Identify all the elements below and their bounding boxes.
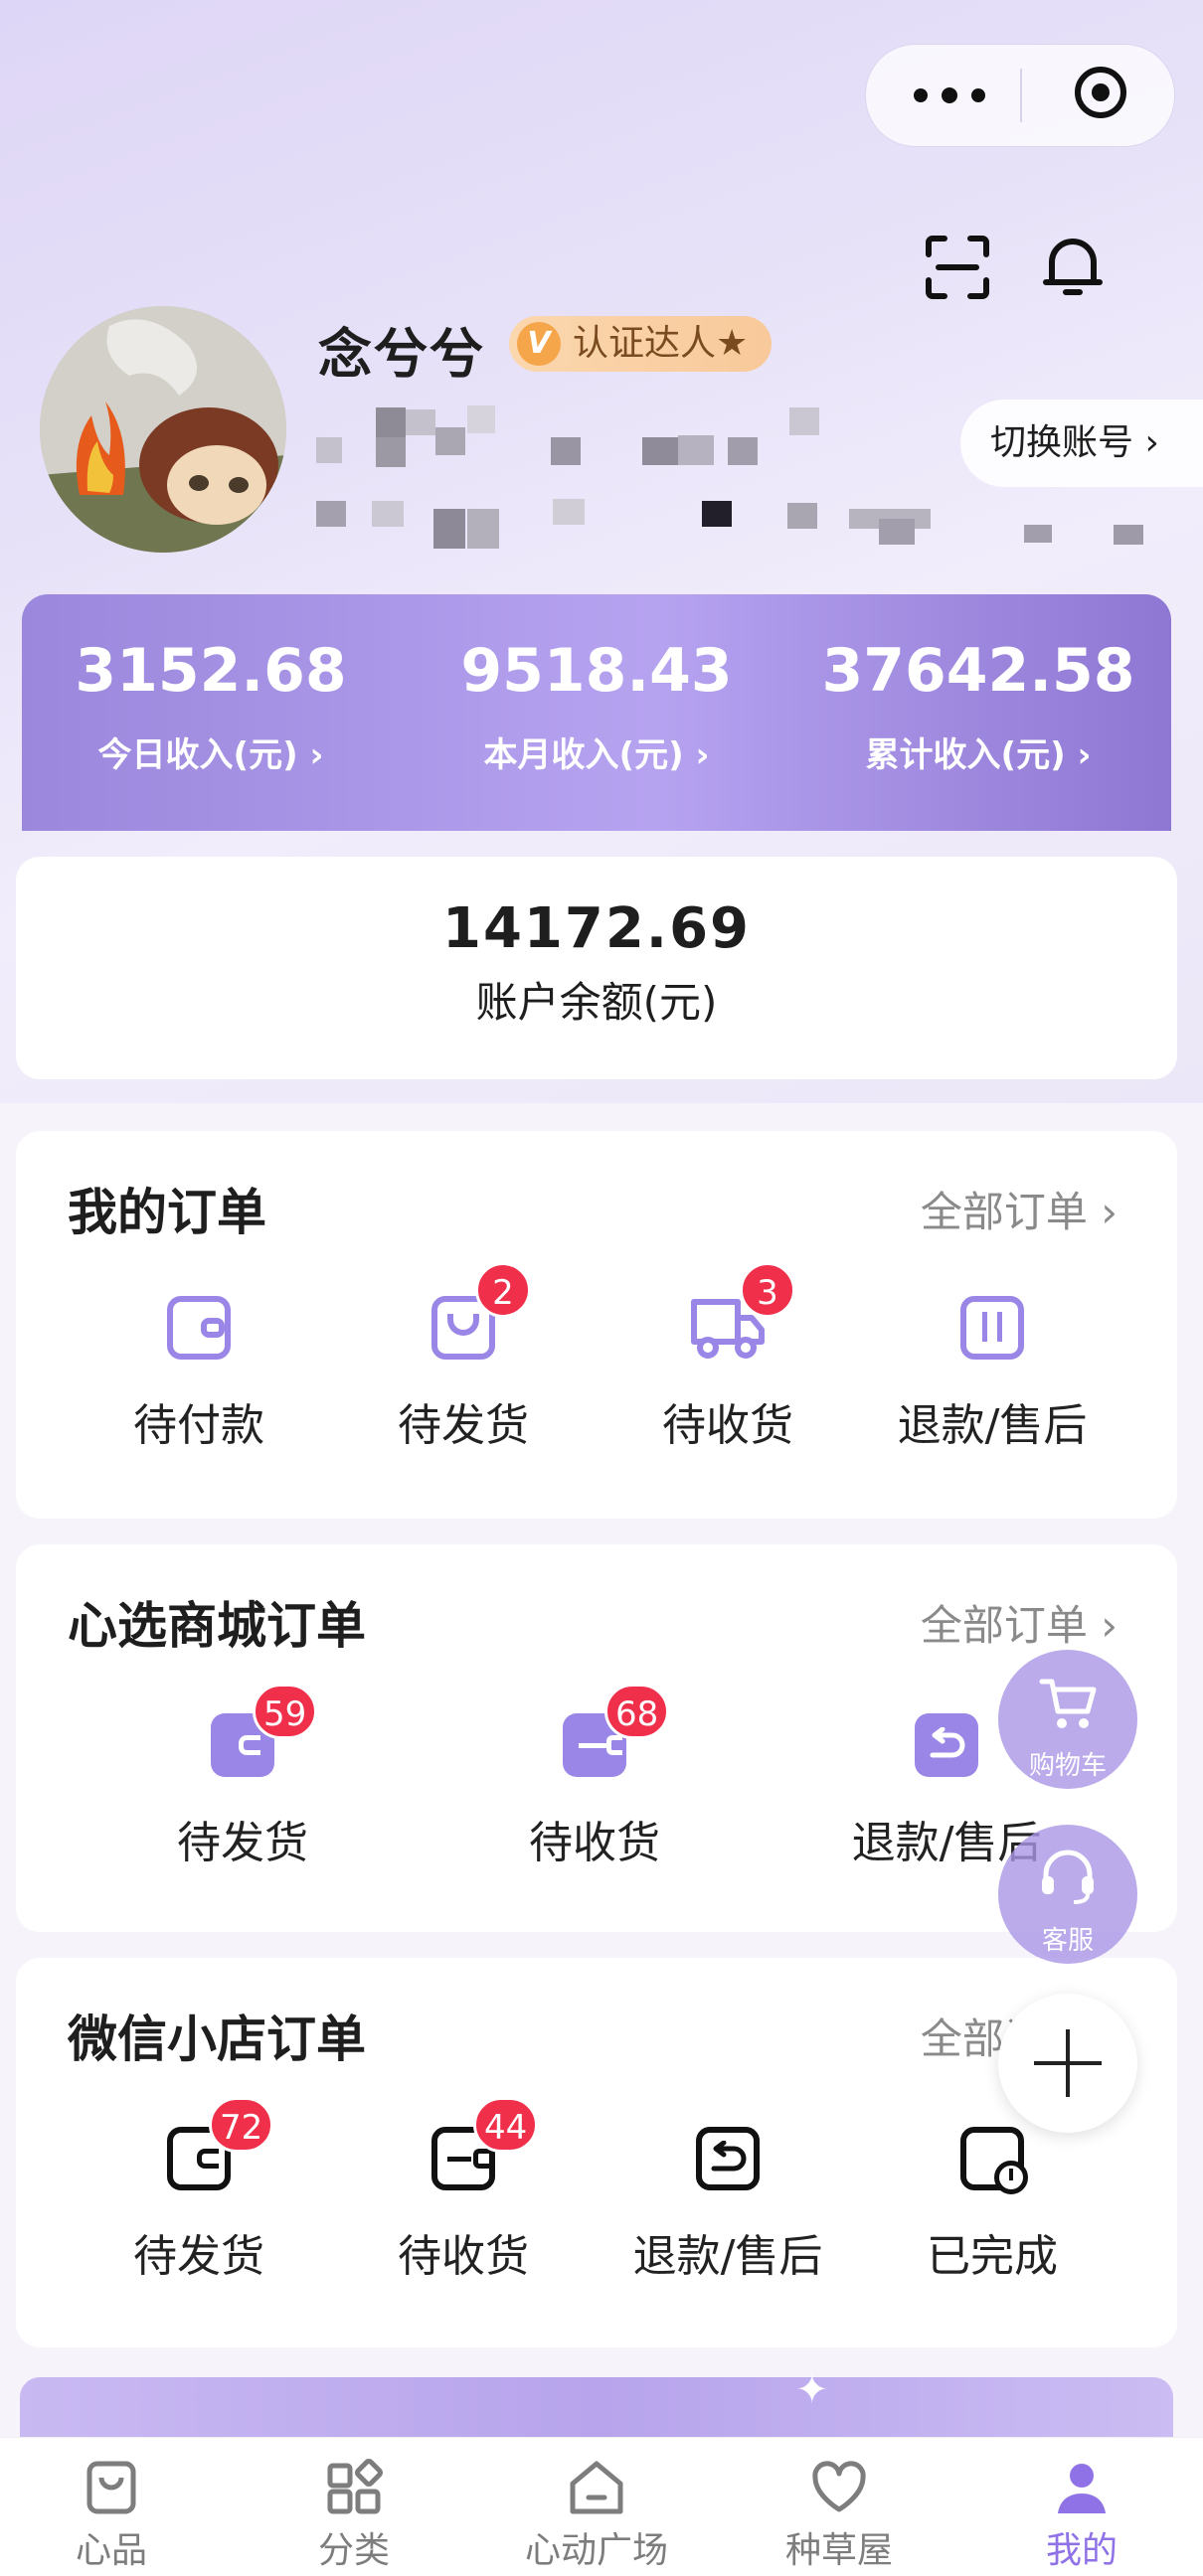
my-orders-all-link[interactable]: 全部订单 › (921, 1179, 1117, 1239)
cart-icon (1039, 1679, 1097, 1728)
income-total[interactable]: 37642.58 累计收入(元) › (789, 636, 1167, 776)
income-total-value: 37642.58 (821, 636, 1135, 706)
cart-float-label: 购物车 (1028, 1751, 1107, 1781)
verified-badge: V 认证达人★ (509, 316, 773, 372)
person-icon (1052, 2458, 1112, 2517)
wx-pending-shipment[interactable]: 72 待发货 (80, 2097, 318, 2284)
tab-plaza-label: 心动广场 (524, 2530, 668, 2571)
income-today[interactable]: 3152.68 今日收入(元) › (22, 636, 400, 776)
refund-icon (952, 1288, 1032, 1368)
income-month-value: 9518.43 (460, 636, 733, 706)
mall-pending-receipt[interactable]: 68 待收货 (475, 1684, 714, 1870)
tab-plaza[interactable]: 心动广场 (497, 2438, 696, 2573)
badge-wx-pending-shipment: 72 (209, 2097, 274, 2153)
tab-category[interactable]: 分类 (255, 2438, 453, 2573)
service-float-button[interactable]: 客服 (998, 1825, 1137, 1964)
mini-program-capsule (865, 44, 1175, 147)
order-pending-receipt-label: 待收货 (662, 1400, 793, 1451)
order-pending-shipment-label: 待发货 (398, 1400, 529, 1451)
my-orders-title: 我的订单 (68, 1184, 266, 1241)
balance-value: 14172.69 (441, 896, 752, 961)
return-filled-icon (907, 1705, 986, 1785)
promo-banner[interactable]: ✦ (20, 2367, 1173, 2437)
verified-badge-label: 认证达人★ (573, 323, 749, 364)
tab-xinpin-label: 心品 (75, 2530, 147, 2571)
wx-pending-receipt-label: 待收货 (398, 2231, 529, 2282)
add-float-button[interactable] (998, 1994, 1137, 2133)
wallet-black-icon: 72 (159, 2097, 274, 2198)
wx-orders-card: 微信小店订单 全部订单 › 72 待发货 44 待收货 退款/售后 已完成 (16, 1958, 1177, 2347)
badge-pending-shipment: 2 (475, 1262, 531, 1318)
balance-card[interactable]: 14172.69 账户余额(元) (16, 857, 1177, 1079)
badge-wx-pending-receipt: 44 (473, 2097, 539, 2153)
wx-pending-receipt[interactable]: 44 待收货 (344, 2097, 583, 2284)
wx-orders-title: 微信小店订单 (68, 2011, 366, 2068)
tab-category-label: 分类 (317, 2530, 390, 2571)
wallet-filled-icon: 59 (203, 1684, 318, 1785)
close-target-icon[interactable] (1025, 45, 1174, 146)
income-month-label: 本月收入(元) › (483, 735, 710, 775)
bottom-tab-bar: 心品 分类 心动广场 种草屋 我的 (0, 2437, 1203, 2576)
heart-icon (809, 2458, 869, 2517)
verified-v-icon: V (517, 322, 561, 366)
service-float-label: 客服 (1041, 1926, 1094, 1956)
mall-pending-receipt-label: 待收货 (529, 1818, 660, 1868)
scan-icon[interactable] (925, 235, 990, 300)
badge-mall-pending-receipt: 68 (604, 1684, 670, 1739)
headset-icon (1042, 1850, 1094, 1904)
balance-label: 账户余额(元) (475, 978, 718, 1027)
more-icon[interactable] (896, 45, 1005, 146)
bag-icon (82, 2458, 141, 2517)
user-name: 念兮兮 (318, 323, 485, 386)
tab-mine-label: 我的 (1045, 2530, 1117, 2571)
order-refund-label: 退款/售后 (897, 1400, 1088, 1451)
order-pending-shipment[interactable]: 2 待发货 (344, 1262, 583, 1453)
wx-completed[interactable]: 已完成 (873, 2119, 1112, 2284)
tab-mine[interactable]: 我的 (982, 2438, 1181, 2573)
clock-doc-icon (952, 2119, 1032, 2198)
wx-pending-shipment-label: 待发货 (133, 2231, 264, 2282)
order-pending-payment[interactable]: 待付款 (80, 1288, 318, 1453)
mall-orders-all-link[interactable]: 全部订单 › (921, 1592, 1117, 1653)
order-pending-payment-label: 待付款 (133, 1400, 264, 1451)
truck-icon: 3 (688, 1262, 795, 1368)
home-icon (567, 2458, 626, 2517)
wx-completed-label: 已完成 (927, 2231, 1058, 2282)
avatar[interactable] (40, 306, 286, 553)
mall-orders-title: 心选商城订单 (68, 1597, 366, 1655)
badge-pending-receipt: 3 (740, 1262, 795, 1318)
bell-icon[interactable] (1040, 231, 1106, 302)
mall-pending-shipment[interactable]: 59 待发货 (123, 1684, 362, 1870)
sparkle-icon: ✦ (795, 2367, 829, 2413)
income-panel: 3152.68 今日收入(元) › 9518.43 本月收入(元) › 3764… (22, 594, 1171, 831)
tab-zhongcao[interactable]: 种草屋 (740, 2438, 939, 2573)
tab-zhongcao-label: 种草屋 (784, 2530, 893, 2571)
income-total-label: 累计收入(元) › (865, 735, 1092, 775)
tab-xinpin[interactable]: 心品 (12, 2438, 211, 2573)
box-icon: 2 (424, 1262, 531, 1368)
wallet-in-black-icon: 44 (424, 2097, 539, 2198)
income-today-label: 今日收入(元) › (97, 735, 324, 775)
income-today-value: 3152.68 (75, 636, 347, 706)
grid-icon (324, 2458, 384, 2517)
switch-account-button[interactable]: 切换账号 › (960, 400, 1203, 487)
cart-float-button[interactable]: 购物车 (998, 1650, 1137, 1789)
order-pending-receipt[interactable]: 3 待收货 (608, 1262, 847, 1453)
order-refund[interactable]: 退款/售后 (873, 1288, 1112, 1453)
mall-pending-shipment-label: 待发货 (177, 1818, 308, 1868)
wx-refund[interactable]: 退款/售后 (608, 2119, 847, 2284)
wx-refund-label: 退款/售后 (632, 2231, 823, 2282)
badge-mall-pending-shipment: 59 (253, 1684, 318, 1739)
wallet-icon (159, 1288, 239, 1368)
my-orders-card: 我的订单 全部订单 › 待付款 2 待发货 3 待收货 退款/售后 (16, 1131, 1177, 1519)
income-month[interactable]: 9518.43 本月收入(元) › (408, 636, 785, 776)
wallet-in-filled-icon: 68 (555, 1684, 670, 1785)
return-black-icon (688, 2119, 768, 2198)
